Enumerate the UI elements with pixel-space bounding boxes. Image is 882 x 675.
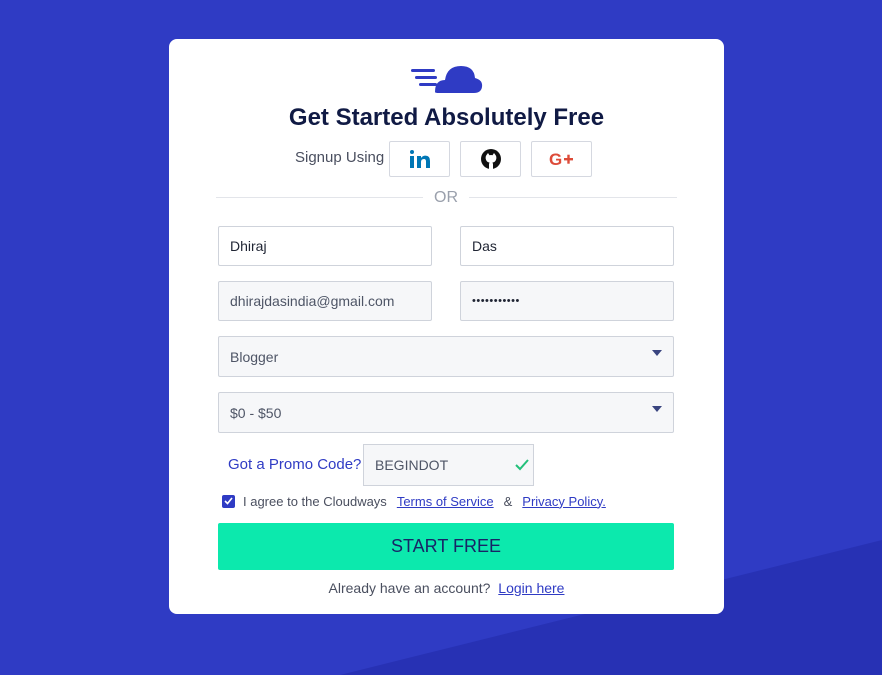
signup-using-label: Signup Using <box>295 149 385 166</box>
or-divider-text: OR <box>434 189 458 206</box>
github-signup-button[interactable] <box>460 141 521 177</box>
email-field[interactable]: dhirajdasindia@gmail.com <box>218 281 432 321</box>
password-value: ••••••••••• <box>472 295 520 307</box>
privacy-policy-link[interactable]: Privacy Policy. <box>522 494 606 509</box>
budget-select-value: $0 - $50 <box>230 404 282 421</box>
first-name-value: Dhiraj <box>230 238 267 254</box>
github-icon <box>480 149 501 169</box>
password-field[interactable]: ••••••••••• <box>460 281 674 321</box>
checkmark-icon <box>224 497 233 505</box>
promo-code-label[interactable]: Got a Promo Code? <box>228 456 361 473</box>
google-plus-icon: G <box>549 151 573 167</box>
divider-left <box>216 197 423 198</box>
agreement-separator: & <box>503 493 513 509</box>
email-value: dhirajdasindia@gmail.com <box>230 293 395 309</box>
role-select-value: Blogger <box>230 348 279 365</box>
divider-right <box>469 197 677 198</box>
first-name-field[interactable]: Dhiraj <box>218 226 432 266</box>
chevron-down-icon <box>652 405 662 412</box>
promo-code-value: BEGINDOT <box>375 457 449 473</box>
agreement-prefix: I agree to the Cloudways <box>243 493 387 509</box>
page-title: Get Started Absolutely Free <box>288 104 605 131</box>
linkedin-signup-button[interactable] <box>389 141 450 177</box>
linkedin-icon <box>409 150 430 168</box>
terms-checkbox[interactable] <box>222 494 235 508</box>
svg-text:G: G <box>549 151 562 167</box>
login-prompt: Already have an account? <box>328 580 491 596</box>
login-row: Already have an account? Login here <box>169 580 724 596</box>
promo-code-field[interactable]: BEGINDOT <box>363 444 534 486</box>
login-link[interactable]: Login here <box>498 580 564 596</box>
signup-card: Get Started Absolutely Free Signup Using… <box>169 39 724 614</box>
terms-agreement-row: I agree to the Cloudways Terms of Servic… <box>222 492 606 510</box>
budget-select[interactable]: $0 - $50 <box>218 392 674 433</box>
role-select[interactable]: Blogger <box>218 336 674 377</box>
check-icon <box>515 459 529 471</box>
cloud-logo-icon <box>411 66 483 93</box>
google-plus-signup-button[interactable]: G <box>531 141 592 177</box>
start-free-button[interactable]: START FREE <box>218 523 674 570</box>
terms-of-service-link[interactable]: Terms of Service <box>397 494 494 509</box>
chevron-down-icon <box>652 349 662 356</box>
last-name-field[interactable]: Das <box>460 226 674 266</box>
last-name-value: Das <box>472 238 497 254</box>
